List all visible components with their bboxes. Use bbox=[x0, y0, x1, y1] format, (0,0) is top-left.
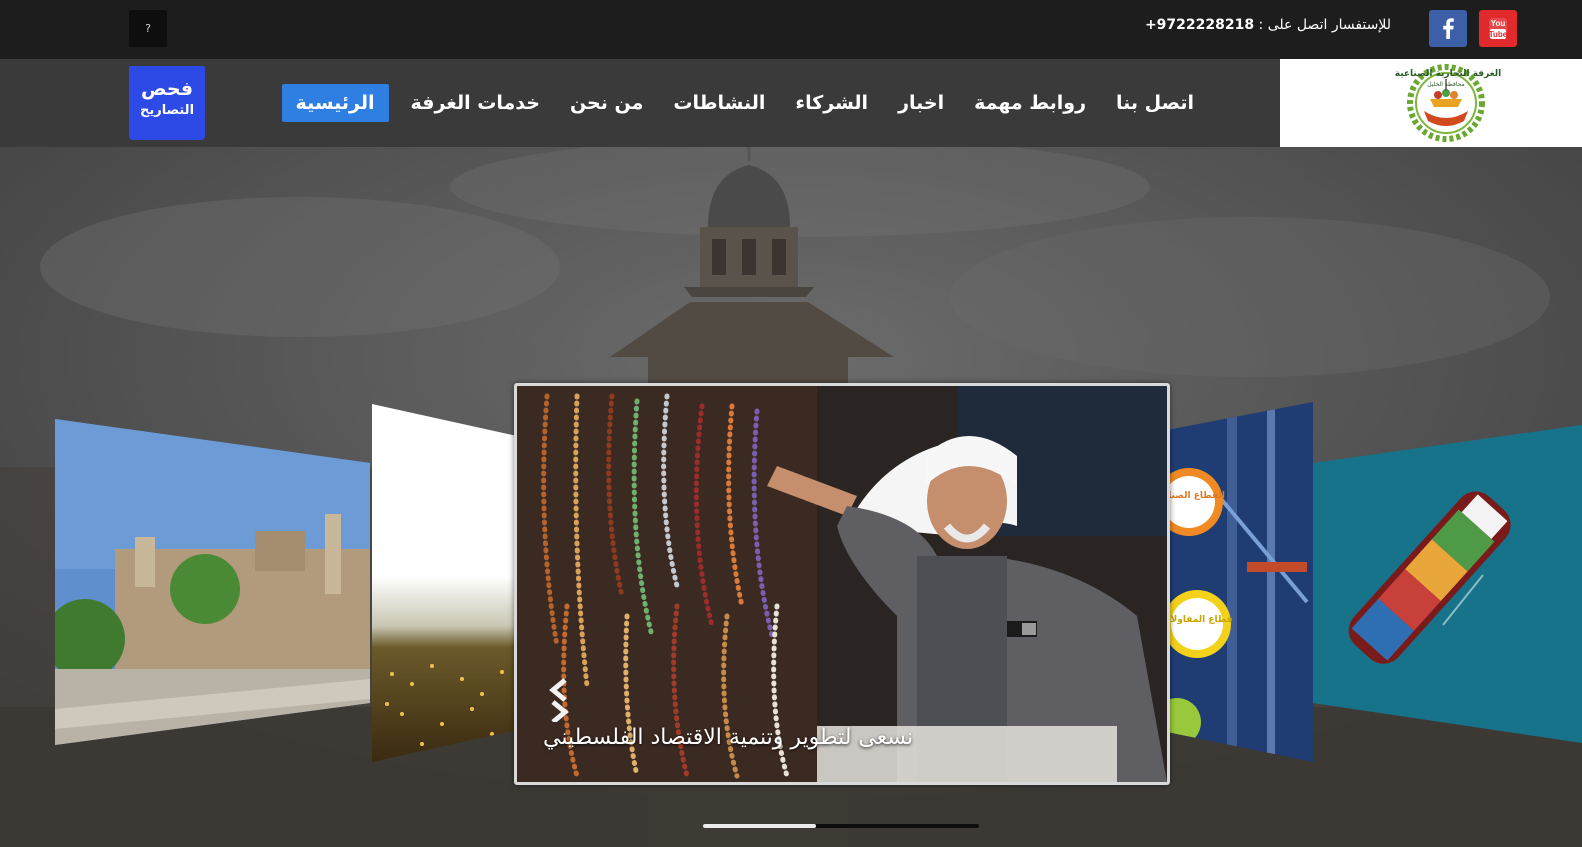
check-permits-button[interactable]: فحص التصاريح bbox=[129, 66, 205, 140]
slide-caption: نسعى لتطوير وتنمية الاقتصاد الفلسطيني bbox=[543, 725, 914, 750]
carousel-slide-active[interactable]: نسعى لتطوير وتنمية الاقتصاد الفلسطيني bbox=[514, 383, 1170, 785]
contact-phone: للإستفسار اتصل على : +9722228218 bbox=[1145, 17, 1391, 33]
market-vendor-image bbox=[517, 386, 1167, 782]
youtube-icon: You Tube bbox=[1489, 18, 1508, 39]
nav-menu: الرئيسية خدمات الغرفة من نحن النشاطات الشركا… bbox=[281, 84, 1202, 122]
carousel-slide-right[interactable]: القطاع الصناعي قطاع المقاولات bbox=[1167, 402, 1313, 762]
phone-prefix: للإستفسار اتصل على : bbox=[1254, 17, 1391, 33]
page: You Tube للإستفسار اتصل على : +972222821… bbox=[0, 0, 1582, 847]
carousel-slide-left-far[interactable] bbox=[55, 419, 370, 745]
check-permits-line1: فحص bbox=[140, 78, 194, 100]
topbar-small-button[interactable]: ? bbox=[129, 10, 167, 47]
nav-item-6[interactable]: روابط مهمة bbox=[966, 84, 1094, 122]
nav-item-4[interactable]: الشركاء bbox=[787, 84, 876, 122]
logo-subtitle: محافظة الخليل bbox=[1427, 81, 1465, 88]
check-permits-line2: التصاريح bbox=[139, 103, 195, 118]
carousel-progress-track[interactable] bbox=[703, 824, 979, 828]
youtube-link[interactable]: You Tube bbox=[1479, 10, 1517, 47]
nav-item-0[interactable]: الرئيسية bbox=[281, 84, 389, 122]
chevron-double-left-icon[interactable] bbox=[547, 678, 569, 722]
contracting-sector-label: قطاع المقاولات bbox=[1167, 615, 1233, 625]
logo-title: الغرفة التجارية الصناعية bbox=[1395, 69, 1501, 79]
industry-sectors-image: القطاع الصناعي قطاع المقاولات bbox=[1167, 402, 1313, 762]
facebook-link[interactable] bbox=[1429, 10, 1467, 47]
main-navbar: الغرفة التجارية الصناعية محافظة الخليل ا… bbox=[0, 59, 1582, 147]
svg-text:Tube: Tube bbox=[1489, 30, 1508, 39]
nav-item-2[interactable]: من نحن bbox=[562, 84, 651, 122]
slide-arrows[interactable] bbox=[547, 678, 569, 722]
top-bar: You Tube للإستفسار اتصل على : +972222821… bbox=[0, 0, 1582, 59]
nav-item-3[interactable]: النشاطات bbox=[665, 84, 773, 122]
nav-item-1[interactable]: خدمات الغرفة bbox=[403, 84, 548, 122]
logo[interactable]: الغرفة التجارية الصناعية محافظة الخليل bbox=[1280, 59, 1582, 147]
carousel-progress-fill bbox=[703, 824, 817, 828]
hebron-mosque-image bbox=[55, 419, 370, 745]
hero-carousel: القطاع الصناعي قطاع المقاولات bbox=[0, 147, 1582, 847]
chamber-logo-icon: الغرفة التجارية الصناعية محافظة الخليل bbox=[1395, 64, 1501, 142]
carousel-slide-right-far[interactable] bbox=[1313, 425, 1582, 743]
nav-item-7[interactable]: اتصل بنا bbox=[1108, 84, 1202, 122]
cargo-ship-image bbox=[1313, 425, 1582, 743]
carousel-slide-left[interactable] bbox=[372, 404, 517, 762]
city-night-image bbox=[372, 404, 517, 762]
svg-text:You: You bbox=[1491, 19, 1506, 28]
industry-sector-label: القطاع الصناعي bbox=[1167, 491, 1225, 501]
facebook-icon bbox=[1443, 18, 1454, 39]
nav-item-5[interactable]: اخبار bbox=[890, 84, 952, 122]
phone-number[interactable]: +9722228218 bbox=[1145, 17, 1254, 33]
